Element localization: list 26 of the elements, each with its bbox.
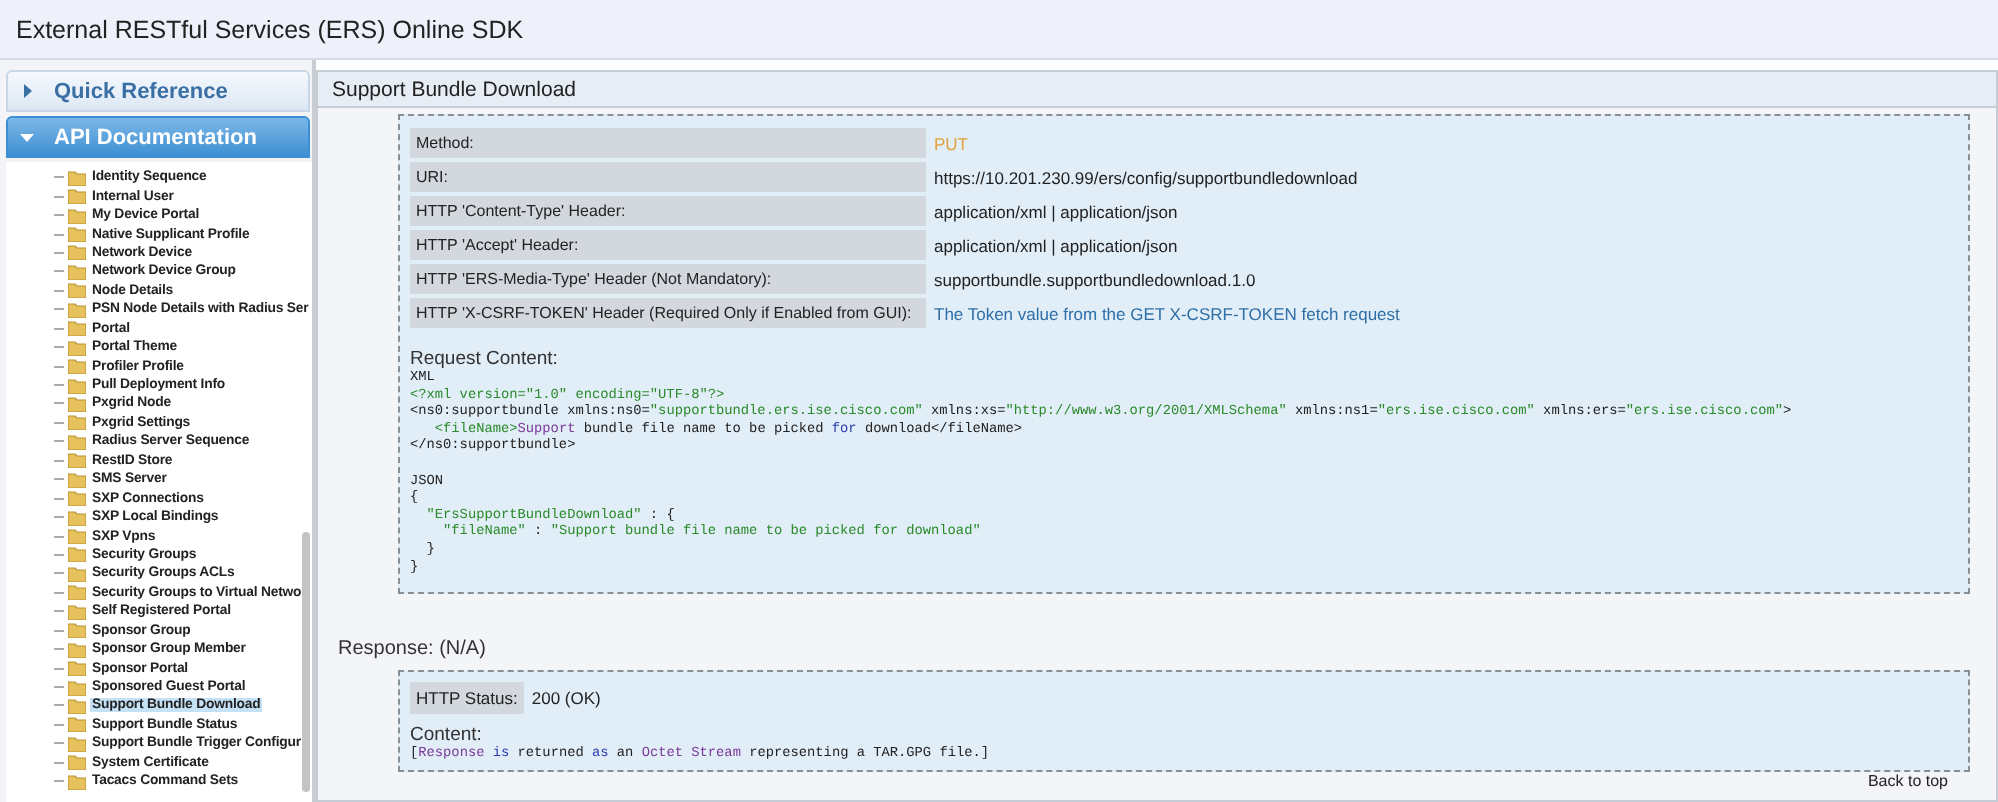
caret-icon — [20, 84, 34, 98]
field-value: supportbundle.supportbundledownload.1.0 — [934, 267, 1256, 294]
field-value: PUT — [934, 131, 968, 157]
field-value: application/xml | application/json — [934, 199, 1178, 226]
field-label: HTTP 'Content-Type' Header: — [410, 196, 926, 226]
back-to-top-link[interactable]: Back to top — [1867, 771, 1948, 790]
response-content-heading: Content: — [410, 724, 484, 747]
status-label: HTTP Status: — [410, 682, 524, 715]
field-label: HTTP 'ERS-Media-Type' Header (Not Mandatory): — [410, 264, 926, 294]
scrollbar[interactable] — [302, 532, 310, 792]
accordion-header[interactable]: Quick Reference — [6, 70, 310, 112]
caret-icon — [20, 130, 34, 144]
status-value: 200 (OK) — [531, 688, 601, 709]
window-title: External RESTful Services (ERS) Online SDK — [16, 15, 524, 43]
field-value: https://10.201.230.99/ers/config/supportbundledownload — [934, 165, 1358, 192]
field-label: HTTP 'Accept' Header: — [410, 230, 926, 260]
field-link[interactable]: The Token value from the GET X-CSRF-TOKEN fetch request — [934, 298, 1400, 328]
field-label: Method: — [410, 128, 926, 158]
field-label: URI: — [410, 162, 926, 192]
request-content-heading: Request Content: — [410, 348, 560, 370]
response-heading: Response: (N/A) — [338, 638, 488, 663]
panel-title: Support Bundle Download — [332, 77, 577, 101]
section-label: API Documentation — [54, 125, 257, 149]
section-label: Quick Reference — [54, 79, 228, 103]
field-label: HTTP 'X-CSRF-TOKEN' Header (Required Only if Enabled from GUI): — [410, 298, 926, 328]
field-value: application/xml | application/json — [934, 233, 1178, 260]
